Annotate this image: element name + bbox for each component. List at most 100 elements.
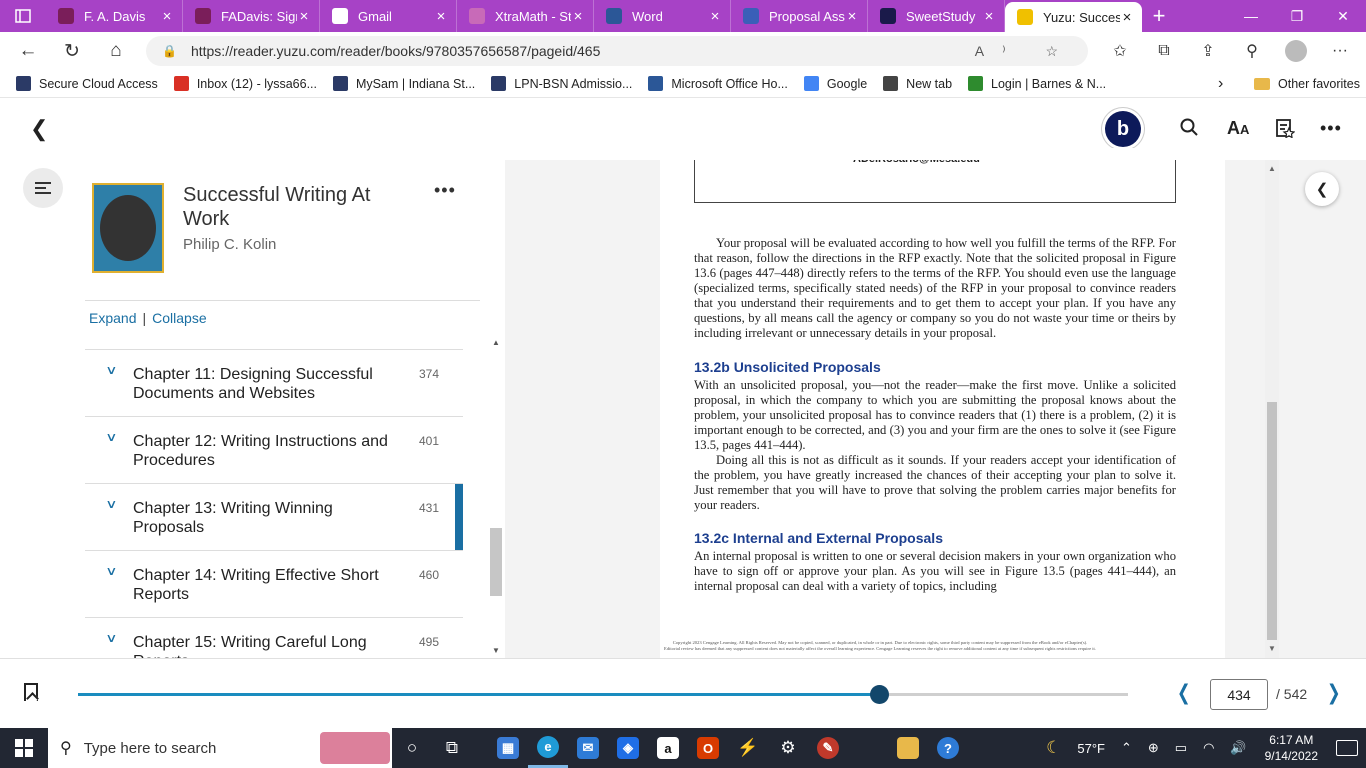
favorite-label: Microsoft Office Ho... (671, 76, 788, 91)
help-icon[interactable]: ? (928, 728, 968, 768)
favorite-link[interactable]: Google (803, 76, 868, 91)
progress-knob[interactable] (870, 685, 890, 704)
new-tab-button[interactable]: + (1142, 3, 1176, 29)
restore-button[interactable]: ❐ (1274, 8, 1320, 25)
wifi-icon[interactable]: ◠ (1203, 740, 1214, 756)
toc-scrollbar[interactable]: ▲ ▼ (490, 338, 502, 658)
favorites-overflow-icon[interactable]: › (1218, 75, 1223, 93)
home-icon[interactable]: ⌂ (94, 40, 138, 62)
store-icon[interactable]: ▦ (488, 728, 528, 768)
weather-moon-icon[interactable]: ☾ (1046, 738, 1061, 758)
task-view-icon[interactable]: ⧉ (432, 728, 472, 768)
chevron-down-icon[interactable]: ∨ (105, 497, 117, 511)
text-size-icon[interactable]: AA (1227, 118, 1249, 139)
edge-icon[interactable]: e (528, 728, 568, 768)
close-window-button[interactable]: ✕ (1320, 8, 1366, 25)
file-explorer-icon[interactable] (888, 728, 928, 768)
tab-favicon-icon (606, 8, 622, 24)
mail-icon[interactable]: ✉ (568, 728, 608, 768)
menu-icon[interactable] (23, 168, 63, 208)
browser-tab[interactable]: Yuzu: Success × (1005, 2, 1142, 32)
reader-back-icon[interactable]: ❮ (30, 116, 48, 142)
favorite-label: Google (826, 76, 868, 91)
browser-tab[interactable]: Gmail × (320, 0, 457, 32)
notifications-icon[interactable] (1336, 740, 1358, 756)
favorite-link[interactable]: Secure Cloud Access (16, 76, 158, 91)
minimize-button[interactable]: — (1228, 8, 1274, 25)
toc-list: ∨ Chapter 11: Designing Successful Docume… (85, 349, 463, 658)
back-icon[interactable]: ← (6, 40, 50, 62)
chevron-down-icon[interactable]: ∨ (105, 631, 117, 645)
chevron-down-icon[interactable]: ∨ (105, 564, 117, 578)
search-icon[interactable] (1180, 118, 1198, 141)
favorite-link[interactable]: Inbox (12) - lyssa66... (173, 76, 317, 91)
tray-app-icon[interactable]: ⊕ (1148, 740, 1159, 756)
collapse-link[interactable]: Collapse (152, 310, 206, 326)
tab-close-icon[interactable]: × (571, 8, 585, 25)
chevron-down-icon[interactable]: ∨ (105, 363, 117, 377)
prev-page-icon[interactable]: ❮ (1177, 680, 1190, 706)
page-number-input[interactable]: 434 (1210, 679, 1268, 710)
cortana-icon[interactable]: ○ (392, 728, 432, 768)
url-field[interactable]: 🔒 https://reader.yuzu.com/reader/books/9… (146, 36, 1088, 66)
collections-icon[interactable]: ⧉ (1142, 42, 1186, 60)
toc-chapter-item[interactable]: ∨ Chapter 12: Writing Instructions and Pr… (85, 417, 463, 484)
toc-chapter-item[interactable]: ∨ Chapter 15: Writing Careful Long Report… (85, 618, 463, 658)
more-options-icon[interactable]: ••• (1320, 118, 1342, 139)
settings-icon[interactable]: ⚙ (768, 728, 808, 768)
browser-tab[interactable]: XtraMath - St × (457, 0, 594, 32)
paint-icon[interactable]: ✎ (808, 728, 848, 768)
system-clock[interactable]: 6:17 AM 9/14/2022 (1265, 732, 1318, 764)
browser-tab[interactable]: Proposal Assi × (731, 0, 868, 32)
reading-progress-slider[interactable] (78, 685, 1128, 704)
profile-avatar[interactable] (1285, 40, 1307, 62)
next-page-icon[interactable]: ❯ (1327, 680, 1340, 706)
taskbar-search[interactable]: ⚲ Type here to search (48, 728, 392, 768)
page-scrollbar[interactable]: ▲ ▼ (1265, 160, 1279, 658)
tab-close-icon[interactable]: × (434, 8, 448, 25)
bolt-app-icon[interactable]: ⚡ (728, 728, 768, 768)
favorites-icon[interactable]: ✩ (1098, 41, 1142, 61)
dropbox-icon[interactable]: ◈ (608, 728, 648, 768)
favorite-link[interactable]: Microsoft Office Ho... (648, 76, 788, 91)
tab-close-icon[interactable]: × (160, 8, 174, 25)
toc-chapter-item[interactable]: ∨ Chapter 14: Writing Effective Short Rep… (85, 551, 463, 618)
bookmark-icon[interactable] (24, 683, 38, 701)
favorite-link[interactable]: New tab (883, 76, 952, 91)
tab-actions-icon[interactable] (0, 0, 46, 32)
browser-tab[interactable]: F. A. Davis × (46, 0, 183, 32)
office-icon[interactable]: O (688, 728, 728, 768)
bookmarks-list-icon[interactable] (1275, 118, 1296, 143)
expand-link[interactable]: Expand (89, 310, 136, 326)
favorite-link[interactable]: Login | Barnes & N... (968, 76, 1106, 91)
collapse-sidebar-icon[interactable]: ❮ (1305, 172, 1339, 206)
favorite-link[interactable]: MySam | Indiana St... (333, 76, 475, 91)
extensions-icon[interactable]: ⚲ (1230, 41, 1274, 61)
browser-tab[interactable]: FADavis: Sign × (183, 0, 320, 32)
battery-icon[interactable]: ▭ (1175, 740, 1187, 756)
tab-close-icon[interactable]: × (982, 8, 996, 25)
browser-tab[interactable]: Word × (594, 0, 731, 32)
bartleby-logo[interactable]: b (1105, 111, 1141, 147)
book-more-icon[interactable]: ••• (434, 180, 456, 201)
toc-chapter-item[interactable]: ∨ Chapter 13: Writing Winning Proposals 43… (85, 484, 463, 551)
read-aloud-icon[interactable]: A⁾ ☆ (975, 43, 1076, 60)
tab-close-icon[interactable]: × (845, 8, 859, 25)
volume-icon[interactable]: 🔊 (1230, 740, 1246, 756)
chevron-down-icon[interactable]: ∨ (105, 430, 117, 444)
windows-start-icon[interactable] (0, 728, 48, 768)
share-icon[interactable]: ⇪ (1186, 41, 1230, 61)
browser-tab[interactable]: SweetStudy × (868, 0, 1005, 32)
tab-close-icon[interactable]: × (708, 8, 722, 25)
refresh-icon[interactable]: ↻ (50, 40, 94, 63)
settings-more-icon[interactable]: ··· (1318, 42, 1362, 60)
other-favorites[interactable]: Other favorites (1254, 77, 1360, 91)
amazon-icon[interactable]: a (648, 728, 688, 768)
tab-close-icon[interactable]: × (297, 8, 311, 25)
tray-chevron-icon[interactable]: ⌃ (1121, 740, 1132, 756)
toc-chapter-item[interactable]: ∨ Chapter 11: Designing Successful Docume… (85, 350, 463, 417)
tab-favicon-icon (58, 8, 74, 24)
weather-temp[interactable]: 57°F (1077, 741, 1105, 756)
favorite-link[interactable]: LPN-BSN Admissio... (491, 76, 632, 91)
tab-close-icon[interactable]: × (1120, 9, 1134, 26)
